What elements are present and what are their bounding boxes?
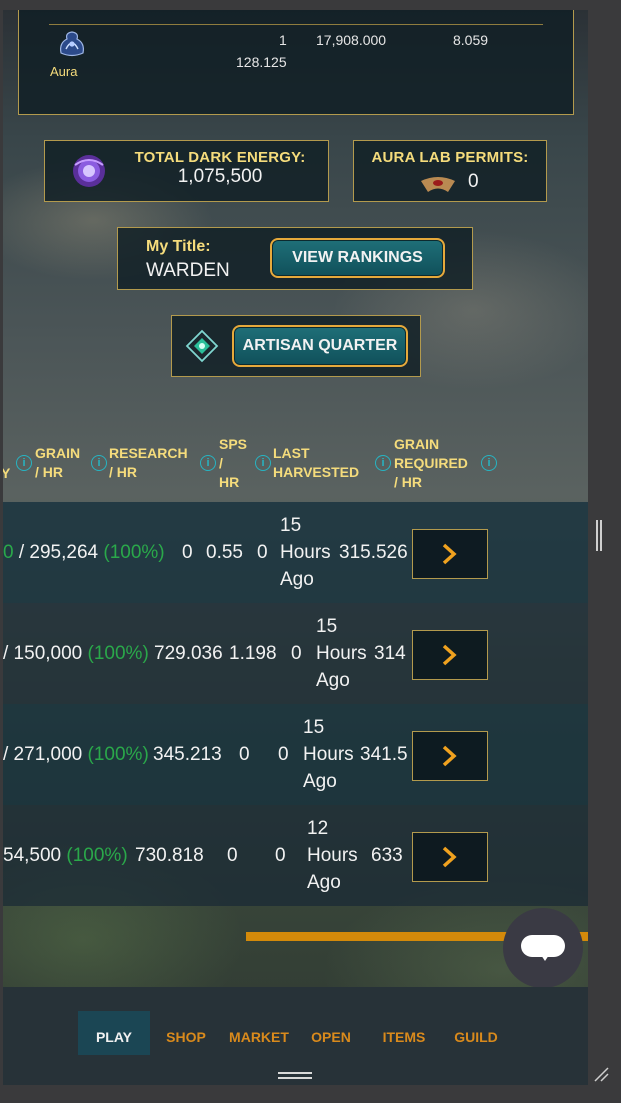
open-icon: [306, 1011, 356, 1029]
row-open-button[interactable]: [412, 630, 488, 680]
header-last-harvested: LAST HARVESTED: [273, 445, 360, 480]
header-grain: GRAIN / HR: [35, 445, 81, 480]
header-research: RESEARCH / HR: [109, 445, 188, 480]
nav-market[interactable]: MARKET: [227, 1011, 291, 1055]
dark-energy-value: 1,075,500: [177, 166, 263, 187]
grain-required-cell: 315.526: [339, 542, 408, 563]
resize-handle-icon[interactable]: [596, 520, 604, 551]
grain-cell: 729.036: [154, 643, 223, 664]
nav-items[interactable]: ITEMS: [377, 1011, 431, 1055]
artisan-quarter-button[interactable]: ARTISAN QUARTER: [232, 325, 408, 367]
last-harvested-cell: 15 Hours Ago: [303, 717, 354, 792]
table-row: / 150,000 (100%) 729.036 1.198 0 15 Hours…: [3, 603, 588, 704]
divider: [49, 24, 543, 25]
dark-energy-icon: [73, 155, 105, 187]
grain-required-cell: 314: [374, 643, 406, 664]
items-icon: [377, 1011, 431, 1029]
research-cell: 0: [239, 744, 250, 765]
chevron-right-icon: [442, 644, 457, 666]
last-harvested-cell: 12 Hours Ago: [307, 818, 358, 893]
info-icon[interactable]: i: [91, 455, 107, 471]
info-icon[interactable]: i: [481, 455, 497, 471]
table-row: 54,500 (100%) 730.818 0 0 12 Hours Ago 633: [3, 805, 588, 906]
grain-cell: 730.818: [135, 845, 204, 866]
lab-permits-value: 0: [468, 171, 479, 192]
aura-value-1: 17,908.000: [316, 32, 387, 48]
chat-button[interactable]: [503, 908, 583, 988]
dark-energy-box: TOTAL DARK ENERGY: 1,075,500: [44, 140, 329, 202]
lab-permits-box: AURA LAB PERMITS: 0: [353, 140, 547, 202]
game-app: Aura 1 17,908.000 8.059 128.125 TOTAL DA…: [3, 10, 588, 1085]
sps-cell: 0: [257, 542, 268, 563]
aura-icon: [60, 31, 84, 57]
shop-icon: [161, 1011, 211, 1029]
view-rankings-button[interactable]: VIEW RANKINGS: [270, 238, 445, 278]
info-icon[interactable]: i: [200, 455, 216, 471]
research-cell: 0.55: [206, 542, 243, 563]
resize-corner-icon[interactable]: [593, 1066, 609, 1082]
sps-cell: 0: [275, 845, 286, 866]
table-row: 0 / 295,264 (100%) 0 0.55 0 15 Hours Ago 3…: [3, 502, 588, 603]
aura-summary-panel: Aura 1 17,908.000 8.059 128.125: [18, 10, 574, 115]
storage-cell: / 150,000 (100%): [3, 643, 149, 664]
guild-icon: [450, 1011, 502, 1029]
aura-value-3: 128.125: [236, 54, 287, 70]
title-box: My Title: WARDEN VIEW RANKINGS: [117, 227, 473, 290]
last-harvested-cell: 15 Hours Ago: [280, 515, 331, 590]
grain-required-cell: 633: [371, 845, 403, 866]
row-open-button[interactable]: [412, 731, 488, 781]
chevron-right-icon: [442, 543, 457, 565]
drag-handle-icon[interactable]: [278, 1072, 312, 1080]
info-icon[interactable]: i: [375, 455, 391, 471]
bottom-nav: PLAY SHOP MARKET OPEN ITEMS GUILD: [3, 987, 588, 1085]
aura-value-2: 8.059: [453, 32, 489, 48]
lab-permits-label: AURA LAB PERMITS:: [371, 149, 529, 166]
aura-count: 1: [279, 32, 287, 48]
storage-cell: 0 / 295,264 (100%): [3, 542, 165, 563]
permit-ticket-icon: [421, 177, 455, 192]
table-row: / 271,000 (100%) 345.213 0 0 15 Hours Ago …: [3, 704, 588, 805]
header-sps: SPS / HR: [219, 436, 248, 490]
title-label: My Title:: [146, 238, 211, 255]
dark-energy-label: TOTAL DARK ENERGY:: [134, 149, 306, 166]
chevron-right-icon: [442, 745, 457, 767]
artisan-emblem-icon: [185, 329, 219, 363]
header-grain-required: GRAIN REQUIRED / HR: [394, 436, 468, 490]
sps-cell: 0: [278, 744, 289, 765]
aura-label: Aura: [50, 64, 78, 79]
row-open-button[interactable]: [412, 529, 488, 579]
play-icon: [78, 1011, 150, 1029]
research-cell: 0: [227, 845, 238, 866]
info-icon[interactable]: i: [16, 455, 32, 471]
row-open-button[interactable]: [412, 832, 488, 882]
nav-guild[interactable]: GUILD: [450, 1011, 502, 1055]
nav-open[interactable]: OPEN: [306, 1011, 356, 1055]
grain-required-cell: 341.5: [360, 744, 408, 765]
market-icon: [227, 1011, 291, 1029]
info-icon[interactable]: i: [255, 455, 271, 471]
grain-cell: 345.213: [153, 744, 222, 765]
sps-cell: 0: [291, 643, 302, 664]
nav-play[interactable]: PLAY: [78, 1011, 150, 1055]
storage-cell: / 271,000 (100%): [3, 744, 149, 765]
chevron-right-icon: [442, 846, 457, 868]
header-partial: Y: [3, 465, 11, 481]
artisan-box: ARTISAN QUARTER: [171, 315, 421, 377]
nav-shop[interactable]: SHOP: [161, 1011, 211, 1055]
last-harvested-cell: 15 Hours Ago: [316, 616, 367, 691]
grain-cell: 0: [182, 542, 193, 563]
title-value: WARDEN: [146, 260, 230, 281]
research-cell: 1.198: [229, 643, 277, 664]
storage-cell: 54,500 (100%): [3, 845, 128, 866]
